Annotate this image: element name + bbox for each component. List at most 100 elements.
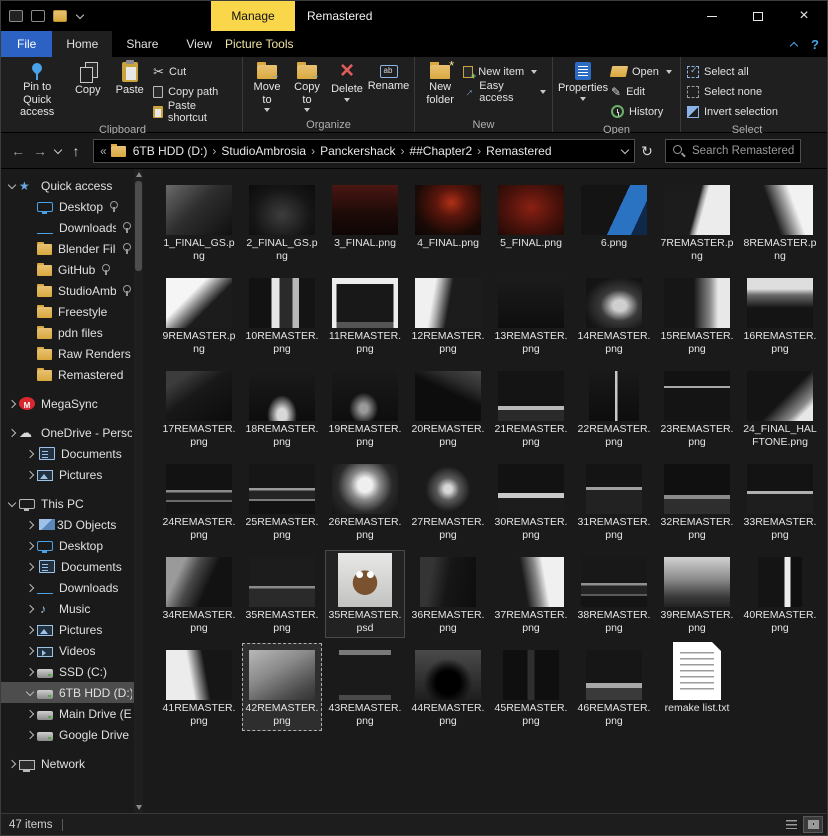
file-tile[interactable]: 12REMASTER.png (408, 271, 488, 359)
explorer-app-icon[interactable] (9, 10, 23, 22)
sidebar-item-ssd-c[interactable]: SSD (C:) (1, 661, 134, 682)
qat-new-folder-icon[interactable] (53, 10, 67, 22)
sidebar-item-6tb-hdd-d[interactable]: 6TB HDD (D:) (1, 682, 134, 703)
sidebar-scrollbar[interactable] (134, 169, 143, 813)
chevron-right-icon[interactable] (23, 708, 37, 720)
select-none-button[interactable]: Select none (687, 83, 778, 100)
tab-file[interactable]: File (1, 31, 52, 57)
sidebar-item-downloads[interactable]: Downloads (1, 577, 134, 598)
file-tile[interactable]: 23REMASTER.png (657, 364, 737, 452)
history-button[interactable]: History (611, 103, 672, 120)
sidebar-item-desktop[interactable]: Desktop (1, 196, 134, 217)
paste-button[interactable]: Paste (108, 59, 151, 119)
file-tile[interactable]: 6.png (574, 178, 654, 266)
file-tile[interactable]: 44REMASTER.png (408, 643, 488, 731)
sidebar-item-desktop[interactable]: Desktop (1, 535, 134, 556)
breadcrumb-overflow-icon[interactable]: « (98, 144, 109, 158)
file-tile[interactable]: 3_FINAL.png (325, 178, 405, 266)
edit-button[interactable]: Edit (611, 83, 672, 100)
address-dropdown-chevron-icon[interactable] (620, 147, 630, 156)
file-tile[interactable]: 20REMASTER.png (408, 364, 488, 452)
sidebar-item-documents[interactable]: Documents (1, 443, 134, 464)
chevron-right-icon[interactable] (23, 603, 37, 615)
file-tile[interactable]: 36REMASTER.png (408, 550, 488, 638)
chevron-right-icon[interactable] (23, 645, 37, 657)
pin-to-quick-access-button[interactable]: Pin to Quick access (7, 59, 67, 119)
paste-shortcut-button[interactable]: Paste shortcut (153, 103, 236, 120)
breadcrumb-separator-icon[interactable]: › (309, 144, 317, 158)
chevron-right-icon[interactable] (5, 758, 19, 770)
sidebar-item-3d-objects[interactable]: 3D Objects (1, 514, 134, 535)
minimize-button[interactable] (689, 1, 735, 31)
file-tile[interactable]: 39REMASTER.png (657, 550, 737, 638)
file-tile[interactable]: 27REMASTER.png (408, 457, 488, 545)
sidebar-item-megasync[interactable]: MegaSync (1, 393, 134, 414)
chevron-right-icon[interactable] (23, 469, 37, 481)
file-tile[interactable]: 9REMASTER.png (159, 271, 239, 359)
file-tile[interactable]: 16REMASTER.png (740, 271, 820, 359)
sidebar-item-documents[interactable]: Documents (1, 556, 134, 577)
file-tile[interactable]: 2_FINAL_GS.png (242, 178, 322, 266)
file-tile[interactable]: 4_FINAL.png (408, 178, 488, 266)
chevron-right-icon[interactable] (23, 519, 37, 531)
breadcrumb-item[interactable]: StudioAmbrosia (218, 144, 309, 158)
file-tile[interactable]: 45REMASTER.png (491, 643, 571, 731)
sidebar-item-freestyle[interactable]: Freestyle (1, 301, 134, 322)
refresh-icon[interactable]: ↻ (635, 143, 659, 160)
file-tile[interactable]: 11REMASTER.png (325, 271, 405, 359)
breadcrumb-separator-icon[interactable]: › (475, 144, 483, 158)
breadcrumb-separator-icon[interactable]: › (398, 144, 406, 158)
new-item-button[interactable]: New item (463, 63, 546, 80)
file-tile[interactable]: 46REMASTER.png (574, 643, 654, 731)
file-tile[interactable]: 22REMASTER.png (574, 364, 654, 452)
file-tile[interactable]: 1_FINAL_GS.png (159, 178, 239, 266)
scroll-up-icon[interactable] (136, 172, 142, 177)
copy-path-button[interactable]: Copy path (153, 83, 236, 100)
breadcrumb-item[interactable]: Panckershack (317, 144, 398, 158)
file-tile[interactable]: 42REMASTER.png (242, 643, 322, 731)
chevron-right-icon[interactable] (23, 666, 37, 678)
breadcrumb-item[interactable]: 6TB HDD (D:) (130, 144, 211, 158)
file-tile[interactable]: 34REMASTER.png (159, 550, 239, 638)
details-view-button[interactable] (781, 816, 801, 833)
sidebar-item-music[interactable]: Music (1, 598, 134, 619)
search-input[interactable] (666, 140, 800, 162)
file-tile[interactable]: 32REMASTER.png (657, 457, 737, 545)
large-icons-view-button[interactable] (803, 816, 823, 833)
move-to-button[interactable]: → Move to (247, 59, 287, 119)
file-tile[interactable]: 31REMASTER.png (574, 457, 654, 545)
file-tile[interactable]: 8REMASTER.png (740, 178, 820, 266)
file-tile[interactable]: 41REMASTER.png (159, 643, 239, 731)
back-button[interactable]: ← (7, 143, 29, 159)
open-button[interactable]: Open (611, 63, 672, 80)
breadcrumb-item[interactable]: Remastered (483, 144, 554, 158)
file-tile[interactable]: 35REMASTER.psd (325, 550, 405, 638)
chevron-right-icon[interactable] (23, 540, 37, 552)
sidebar-item-main-drive-e[interactable]: Main Drive (E:) (1, 703, 134, 724)
manage-contextual-tab[interactable]: Manage (211, 1, 295, 31)
chevron-right-icon[interactable] (23, 448, 37, 460)
tab-share[interactable]: Share (112, 31, 172, 57)
select-all-button[interactable]: Select all (687, 63, 778, 80)
sidebar-item-google-drive-g[interactable]: Google Drive (G: (1, 724, 134, 745)
delete-button[interactable]: Delete (327, 59, 367, 119)
copy-button[interactable]: Copy (67, 59, 108, 119)
sidebar-item-network[interactable]: Network (1, 753, 134, 774)
file-tile[interactable]: 7REMASTER.png (657, 178, 737, 266)
chevron-down-icon[interactable] (23, 687, 37, 699)
breadcrumb-item[interactable]: ##Chapter2 (406, 144, 475, 158)
sidebar-item-pdn-files[interactable]: pdn files (1, 322, 134, 343)
file-tile[interactable]: 21REMASTER.png (491, 364, 571, 452)
scrollbar-thumb[interactable] (135, 181, 142, 271)
tab-home[interactable]: Home (52, 31, 112, 57)
forward-button[interactable]: → (29, 143, 51, 159)
sidebar-item-blender-files[interactable]: Blender Files (1, 238, 134, 259)
scroll-down-icon[interactable] (136, 805, 142, 810)
chevron-right-icon[interactable] (23, 561, 37, 573)
file-tile[interactable]: 43REMASTER.png (325, 643, 405, 731)
sidebar-item-studioambro[interactable]: StudioAmbro (1, 280, 134, 301)
new-folder-button[interactable]: New folder (419, 59, 461, 119)
help-icon[interactable]: ? (811, 37, 819, 52)
breadcrumb-bar[interactable]: « 6TB HDD (D:)›StudioAmbrosia›Panckersha… (93, 139, 635, 163)
collapse-ribbon-icon[interactable] (789, 40, 799, 49)
